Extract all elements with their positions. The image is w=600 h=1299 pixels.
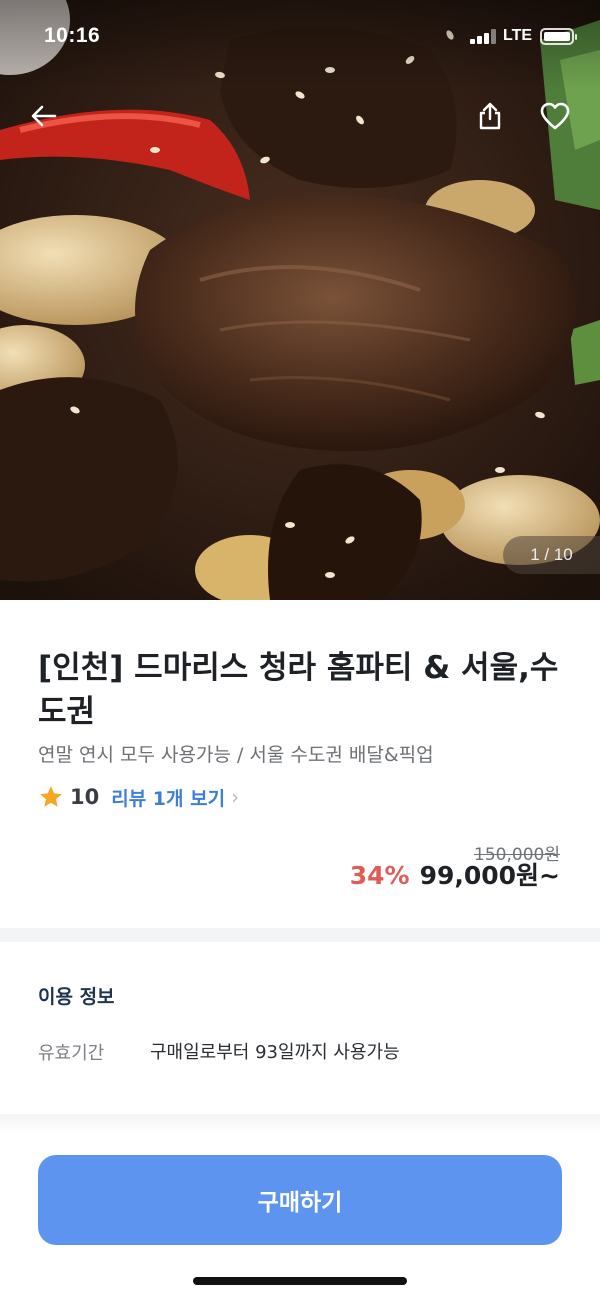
network-type: LTE <box>503 27 533 44</box>
usage-info-section: 이용 정보 유효기간 구매일로부터 93일까지 사용가능 <box>0 942 600 1114</box>
review-link[interactable]: 리뷰 1개 보기 › <box>111 784 239 811</box>
battery-icon <box>540 28 577 45</box>
product-subtitle: 연말 연시 모두 사용가능 / 서울 수도권 배달&픽업 <box>38 744 434 766</box>
share-button[interactable] <box>468 94 512 138</box>
product-info: [인천] 드마리스 청라 홈파티 & 서울,수도권 연말 연시 모두 사용가능 … <box>0 600 600 928</box>
image-counter: 1 / 10 <box>503 536 600 574</box>
buy-button[interactable]: 구매하기 <box>38 1155 562 1245</box>
cellular-signal-icon <box>470 29 496 44</box>
arrow-left-icon <box>31 105 57 127</box>
product-title: [인천] 드마리스 청라 홈파티 & 서울,수도권 <box>38 650 559 730</box>
status-time: 10:16 <box>44 24 101 47</box>
review-link-label: 리뷰 1개 보기 <box>111 787 226 810</box>
back-button[interactable] <box>22 94 66 138</box>
section-divider <box>0 1114 600 1134</box>
validity-label: 유효기간 <box>38 1043 105 1064</box>
product-photo <box>0 0 600 600</box>
share-icon <box>479 102 501 130</box>
rating-score: 10 <box>70 785 100 809</box>
price-row: 34% 99,000원~ <box>350 856 560 892</box>
chevron-right-icon: › <box>231 785 240 809</box>
usage-info-heading: 이용 정보 <box>38 986 115 1008</box>
sale-price: 99,000원~ <box>419 861 560 890</box>
validity-value: 구매일로부터 93일까지 사용가능 <box>150 1042 400 1063</box>
star-icon <box>40 786 62 807</box>
heart-outline-icon <box>540 102 570 130</box>
section-divider <box>0 928 600 942</box>
product-image-carousel[interactable]: 10:16 LTE 1 / 10 <box>0 0 600 600</box>
status-bar: 10:16 LTE <box>0 0 600 72</box>
discount-rate: 34% <box>349 861 410 890</box>
favorite-button[interactable] <box>533 94 577 138</box>
home-indicator <box>193 1277 407 1285</box>
rating-row: 10 리뷰 1개 보기 › <box>38 782 239 812</box>
